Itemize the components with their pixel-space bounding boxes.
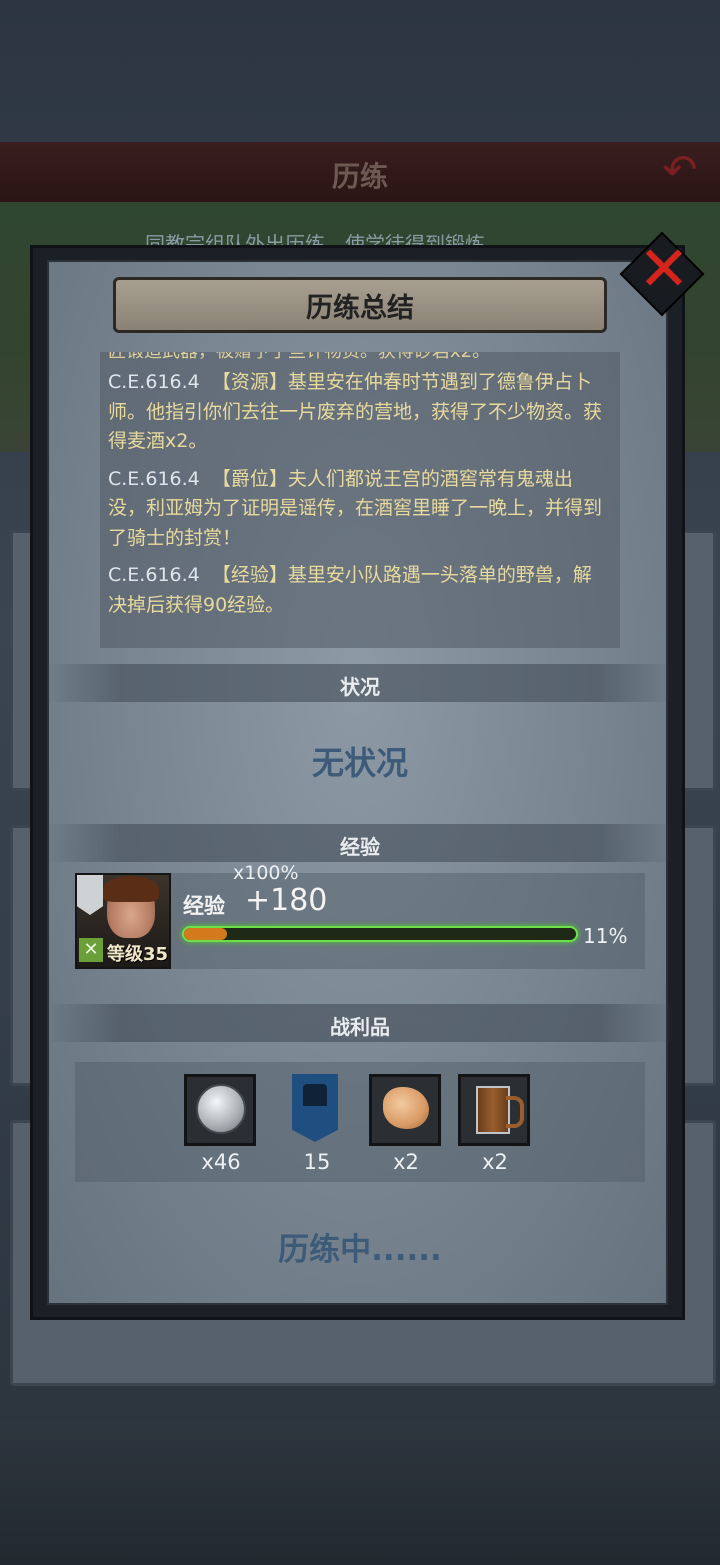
class-icon: ✕: [79, 938, 103, 962]
close-icon[interactable]: ✕: [636, 238, 692, 300]
loot-count: x46: [201, 1150, 241, 1174]
log-entry: C.E.616.4 【爵位】夫人们都说王宫的酒窖常有鬼魂出没，利亚姆为了证明是谣…: [108, 465, 610, 554]
exp-progress-bar: [182, 926, 578, 942]
exp-section-title: 经验: [340, 835, 380, 859]
status-section-title: 状况: [340, 675, 380, 699]
ale-mug-icon: [476, 1086, 510, 1134]
training-status: 历练中......: [278, 1232, 442, 1268]
bottom-bar: [0, 1420, 720, 1565]
loot-count: x2: [393, 1150, 419, 1174]
log-entry: C.E.616.4 【资源】基里安在仲春时节遇到了德鲁伊占卜师。他指引你们去往一…: [108, 368, 610, 457]
banner-emblem: [303, 1084, 327, 1106]
screen-title: 历练: [331, 160, 388, 193]
ore-icon: [383, 1087, 429, 1129]
status-value: 无状况: [311, 744, 408, 782]
silver-coin-icon: [196, 1084, 246, 1134]
loot-count: 15: [303, 1150, 331, 1174]
level-label: 等级35: [107, 944, 169, 965]
back-arrow-icon[interactable]: ↶: [650, 148, 710, 192]
exp-gain: +180: [245, 883, 328, 918]
log-entry: C.E.616.4 【经验】基里安小队路遇一头落单的野兽，解决掉后获得90经验。: [108, 561, 610, 620]
exp-progress-text: 11%: [583, 924, 628, 948]
log-date: C.E.616.4: [108, 564, 200, 586]
exp-multiplier: x100%: [233, 862, 299, 884]
log-date: C.E.616.4: [108, 467, 200, 490]
exp-label: 经验: [183, 894, 225, 918]
ale-mug-handle: [506, 1096, 524, 1128]
log-partial-line: 匠锻造武器，被赠予了些许物资。获得砂岩x2。: [108, 352, 610, 360]
loot-count: x2: [482, 1150, 508, 1174]
loot-section-title: 战利品: [330, 1015, 390, 1039]
event-log[interactable]: 匠锻造武器，被赠予了些许物资。获得砂岩x2。 C.E.616.4 【资源】基里安…: [100, 352, 620, 648]
modal-title: 历练总结: [306, 293, 414, 324]
log-date: C.E.616.4: [108, 371, 200, 393]
exp-progress-fill: [184, 928, 227, 940]
avatar-hair: [103, 876, 159, 902]
